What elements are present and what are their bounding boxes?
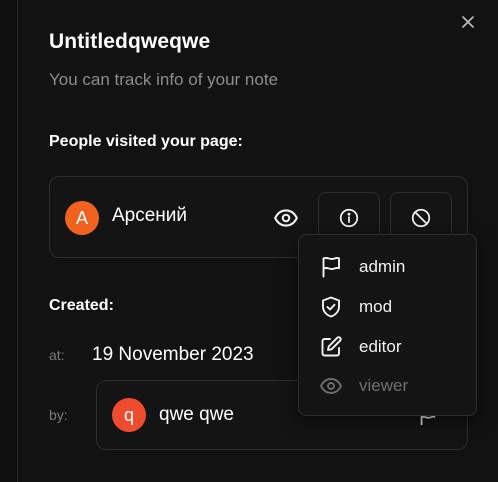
role-option-viewer[interactable]: viewer — [299, 369, 476, 403]
page-subtitle: You can track info of your note — [49, 70, 279, 89]
shield-check-icon — [322, 296, 340, 318]
note-info-panel: Untitledqweqwe You can track info of you… — [0, 0, 498, 482]
role-label: viewer — [359, 376, 409, 395]
role-option-editor[interactable]: editor — [299, 330, 476, 364]
view-visitor-button[interactable] — [272, 204, 300, 232]
left-rail — [0, 0, 18, 482]
edit-icon — [321, 336, 342, 357]
created-by-label: by: — [49, 407, 68, 423]
role-dropdown-menu: admin mod editor viewer — [298, 234, 477, 416]
role-label: mod — [359, 297, 393, 316]
eye-icon — [320, 378, 342, 394]
info-icon — [339, 208, 359, 228]
created-at-label: at: — [49, 347, 65, 363]
flag-icon — [322, 256, 340, 278]
role-label: editor — [359, 337, 402, 356]
author-name: qwe qwe — [159, 404, 234, 425]
visitor-avatar: А — [65, 201, 99, 235]
created-date: 19 November 2023 — [92, 344, 254, 365]
close-button[interactable] — [456, 10, 480, 34]
role-option-mod[interactable]: mod — [299, 290, 476, 324]
role-label: admin — [359, 257, 406, 276]
role-option-admin[interactable]: admin — [299, 250, 476, 284]
block-icon — [411, 208, 431, 228]
visitors-heading: People visited your page: — [49, 133, 243, 150]
author-avatar: q — [112, 398, 146, 432]
eye-icon — [274, 209, 298, 227]
visitor-name: Арсений — [112, 205, 188, 226]
page-title: Untitledqweqwe — [49, 30, 211, 53]
close-icon — [462, 16, 474, 28]
created-heading: Created: — [49, 297, 114, 314]
